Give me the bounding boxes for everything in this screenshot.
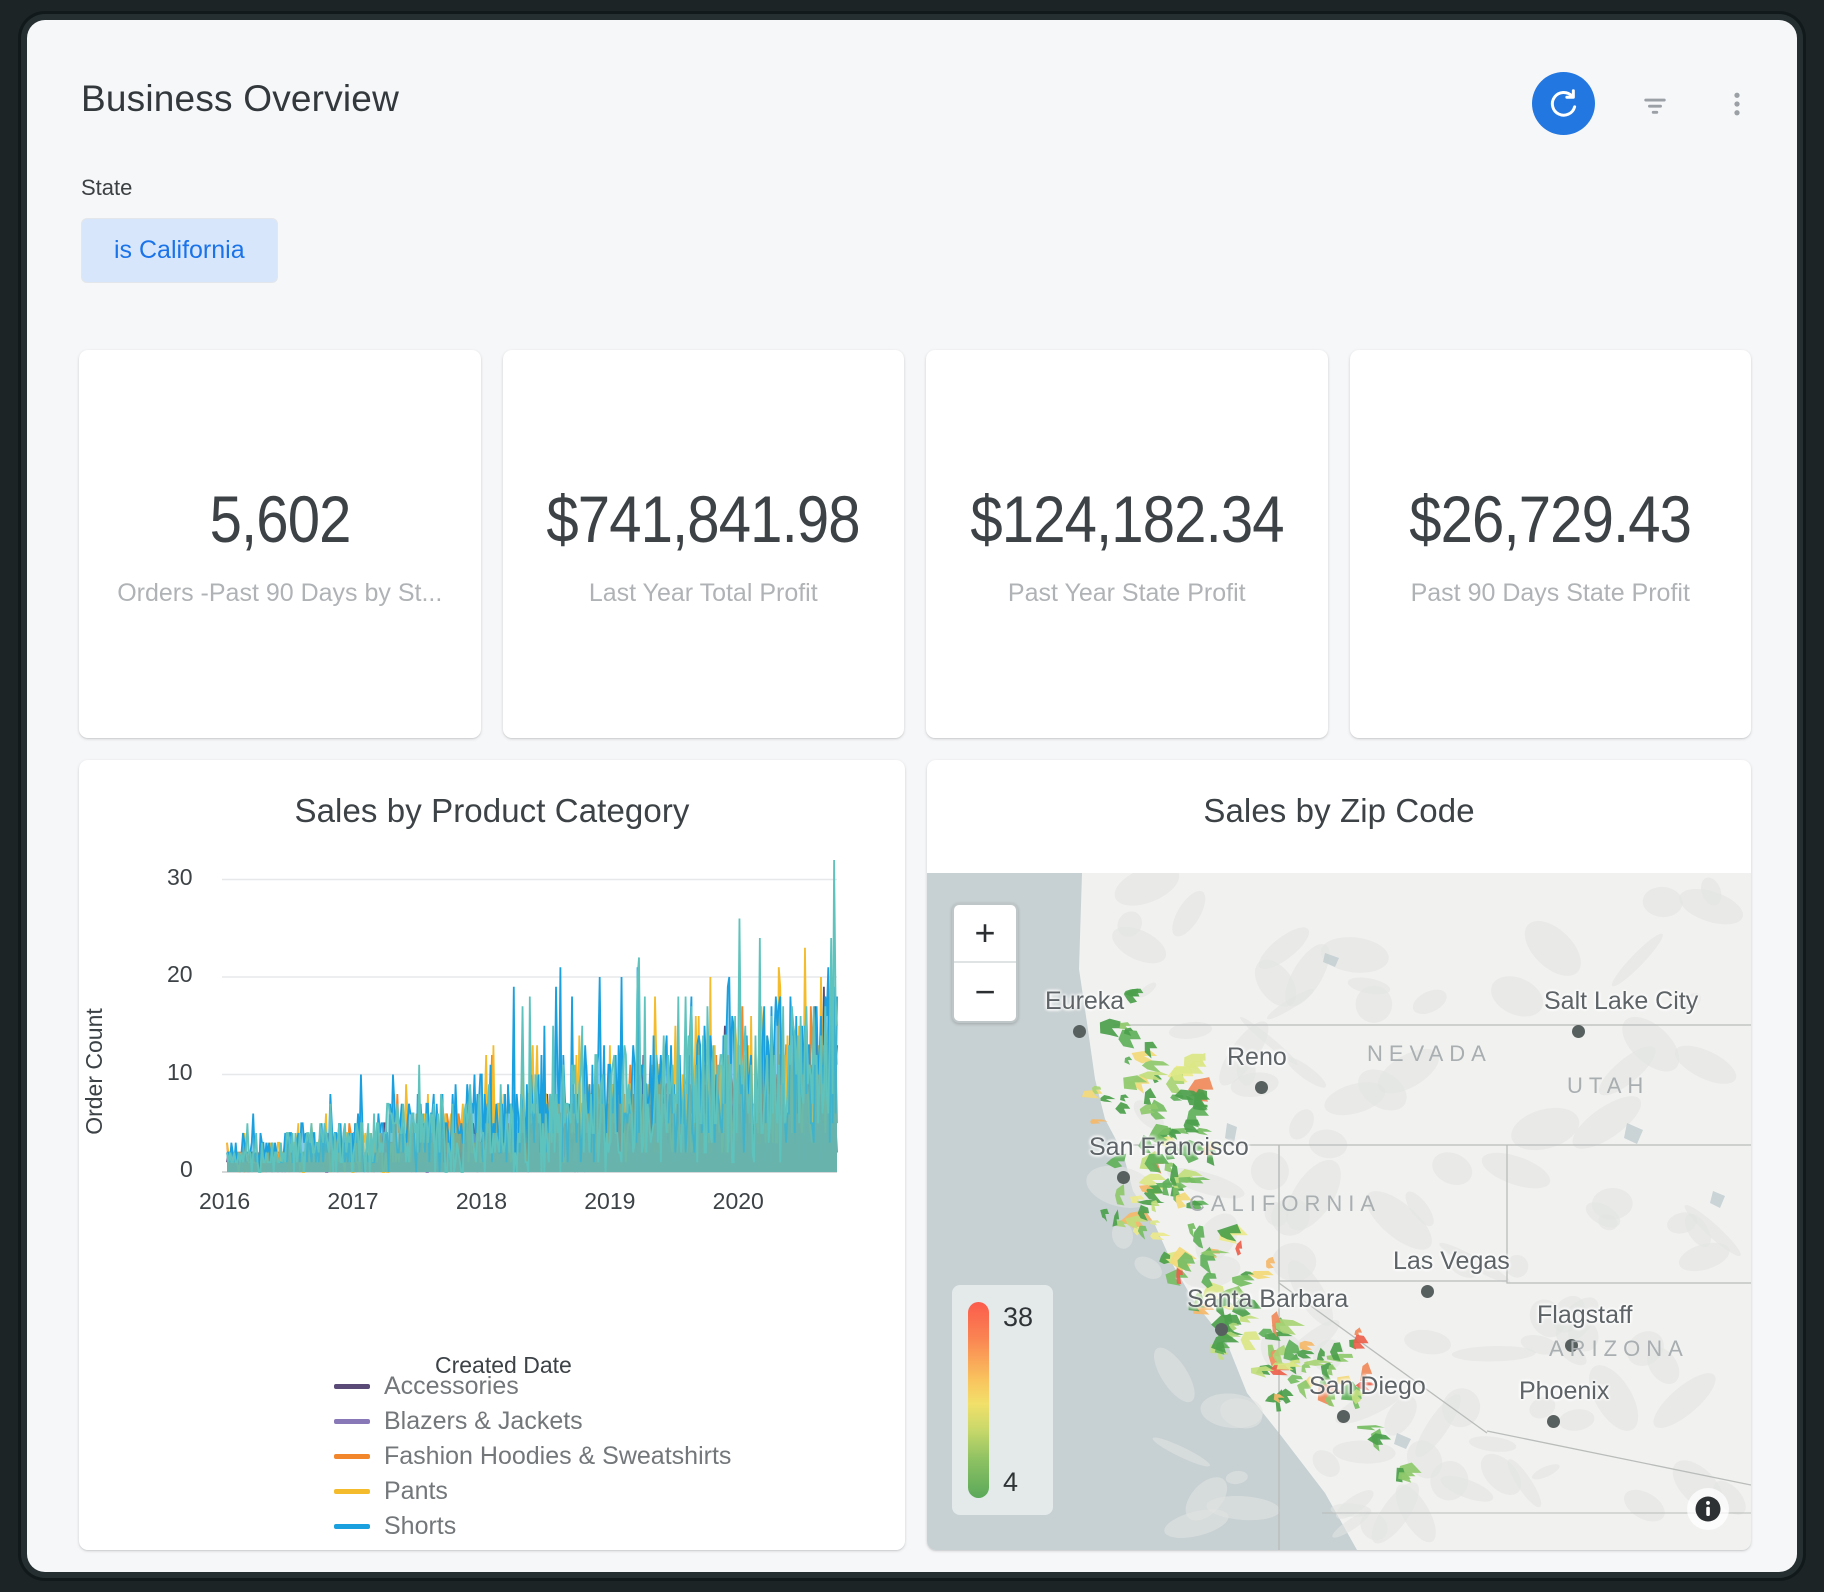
city-dot bbox=[1565, 1339, 1578, 1352]
kpi-value: $741,841.98 bbox=[547, 481, 860, 557]
city-dot bbox=[1215, 1323, 1228, 1336]
color-scale-gradient bbox=[968, 1302, 989, 1498]
legend-item[interactable]: Accessories bbox=[334, 1370, 731, 1403]
legend-label: Pants bbox=[384, 1477, 448, 1506]
zoom-out-button[interactable]: − bbox=[954, 963, 1016, 1021]
legend-swatch bbox=[334, 1384, 370, 1389]
map-terrain bbox=[1225, 1470, 1249, 1486]
chart-legend: Accessories Blazers & Jackets Fashion Hood… bbox=[334, 1370, 731, 1550]
kpi-value: $124,182.34 bbox=[970, 481, 1283, 557]
map-shape bbox=[1138, 1226, 1147, 1240]
legend-swatch bbox=[334, 1524, 370, 1529]
kpi-card-past-year-state-profit[interactable]: $124,182.34 Past Year State Profit bbox=[926, 350, 1328, 738]
x-tick: 2019 bbox=[584, 1188, 635, 1215]
legend-label: Shorts bbox=[384, 1512, 456, 1541]
map-zoom-control: + − bbox=[952, 903, 1018, 1023]
filter-bar: State is California bbox=[81, 175, 278, 283]
chart-title: Sales by Product Category bbox=[79, 760, 905, 830]
legend-item[interactable]: Shorts bbox=[334, 1510, 731, 1543]
x-tick: 2020 bbox=[713, 1188, 764, 1215]
kpi-row: 5,602 Orders -Past 90 Days by St... $741… bbox=[79, 350, 1751, 738]
more-vertical-icon bbox=[1722, 89, 1752, 119]
kpi-label: Past Year State Profit bbox=[1008, 579, 1246, 608]
refresh-button[interactable] bbox=[1532, 72, 1595, 135]
kpi-card-last-year-profit[interactable]: $741,841.98 Last Year Total Profit bbox=[503, 350, 905, 738]
map-info-button[interactable] bbox=[1687, 1488, 1729, 1530]
city-dot bbox=[1421, 1285, 1434, 1298]
kpi-value: 5,602 bbox=[209, 481, 350, 557]
kpi-label: Past 90 Days State Profit bbox=[1411, 579, 1690, 608]
legend-swatch bbox=[334, 1419, 370, 1424]
kpi-label: Orders -Past 90 Days by St... bbox=[117, 579, 442, 608]
filter-button[interactable] bbox=[1633, 82, 1677, 126]
chart-area-5 bbox=[227, 860, 837, 1172]
sales-by-zip-code-panel: Sales by Zip Code EurekaSalt Lake CityRe… bbox=[927, 760, 1751, 1550]
more-options-button[interactable] bbox=[1715, 82, 1759, 126]
state-filter-chip[interactable]: is California bbox=[81, 218, 278, 283]
city-dot bbox=[1255, 1081, 1268, 1094]
legend-label: Blazers & Jackets bbox=[384, 1407, 583, 1436]
legend-item[interactable]: Blazers & Jackets bbox=[334, 1405, 731, 1438]
city-dot bbox=[1547, 1415, 1560, 1428]
panel-row: Sales by Product Category Order Count Cr… bbox=[79, 760, 1751, 1550]
legend-label: Accessories bbox=[384, 1372, 519, 1401]
city-dot bbox=[1073, 1025, 1086, 1038]
map-shape bbox=[1090, 1119, 1108, 1124]
dashboard-window: Business Overview bbox=[27, 20, 1797, 1572]
x-tick: 2018 bbox=[456, 1188, 507, 1215]
map-terrain bbox=[1150, 1434, 1212, 1471]
filter-icon bbox=[1639, 87, 1671, 121]
zoom-in-button[interactable]: + bbox=[954, 905, 1016, 963]
filter-label: State bbox=[81, 175, 278, 201]
legend-swatch bbox=[334, 1454, 370, 1459]
kpi-card-orders[interactable]: 5,602 Orders -Past 90 Days by St... bbox=[79, 350, 481, 738]
y-tick: 20 bbox=[167, 961, 193, 988]
map-canvas[interactable]: EurekaSalt Lake CityRenoSan FranciscoLas… bbox=[927, 873, 1751, 1550]
map-terrain bbox=[1130, 1252, 1166, 1284]
map-terrain bbox=[1146, 1341, 1202, 1408]
x-tick: 2017 bbox=[327, 1188, 378, 1215]
legend-item[interactable]: Pants bbox=[334, 1475, 731, 1508]
refresh-icon bbox=[1547, 87, 1581, 121]
page-title: Business Overview bbox=[81, 78, 399, 120]
city-dot bbox=[1117, 1171, 1130, 1184]
kpi-value: $26,729.43 bbox=[1409, 481, 1691, 557]
chart-plot-area[interactable]: Order Count Created Date 0102030 2016201… bbox=[79, 842, 905, 1262]
color-scale-values: 38 4 bbox=[1003, 1302, 1033, 1498]
legend-item[interactable]: Sweaters bbox=[334, 1545, 731, 1550]
x-tick: 2016 bbox=[199, 1188, 250, 1215]
map-title: Sales by Zip Code bbox=[927, 760, 1751, 830]
legend-swatch bbox=[334, 1489, 370, 1494]
y-axis-label: Order Count bbox=[81, 1008, 108, 1135]
legend-max-value: 38 bbox=[1003, 1302, 1033, 1333]
y-tick: 30 bbox=[167, 864, 193, 891]
y-tick: 10 bbox=[167, 1059, 193, 1086]
legend-label: Sweaters bbox=[384, 1547, 488, 1550]
kpi-card-past-90-days-state-profit[interactable]: $26,729.43 Past 90 Days State Profit bbox=[1350, 350, 1752, 738]
city-dot bbox=[1337, 1410, 1350, 1423]
legend-item[interactable]: Fashion Hoodies & Sweatshirts bbox=[334, 1440, 731, 1473]
map-color-legend: 38 4 bbox=[952, 1285, 1053, 1515]
legend-label: Fashion Hoodies & Sweatshirts bbox=[384, 1442, 731, 1471]
sales-by-product-category-panel: Sales by Product Category Order Count Cr… bbox=[79, 760, 905, 1550]
legend-min-value: 4 bbox=[1003, 1467, 1033, 1498]
city-dot bbox=[1572, 1025, 1585, 1038]
kpi-label: Last Year Total Profit bbox=[589, 579, 818, 608]
map-shape bbox=[1100, 1209, 1109, 1222]
header-toolbar bbox=[1532, 72, 1759, 135]
y-tick: 0 bbox=[180, 1156, 193, 1183]
dashboard-header: Business Overview bbox=[27, 20, 1797, 148]
info-icon bbox=[1693, 1494, 1723, 1524]
